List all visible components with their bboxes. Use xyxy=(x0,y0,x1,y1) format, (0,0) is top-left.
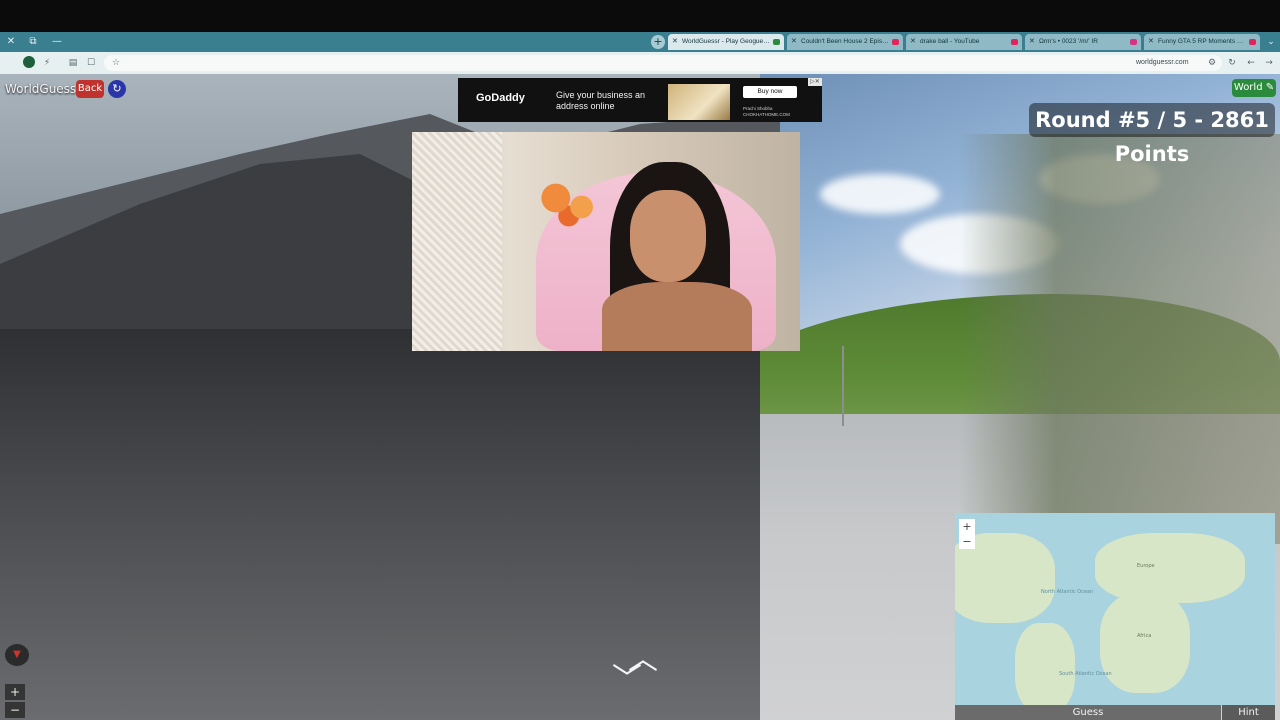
ad-buy-button[interactable]: Buy now xyxy=(743,86,797,98)
hint-button[interactable]: Hint xyxy=(1222,705,1275,720)
reload-icon[interactable]: ↻ xyxy=(1225,56,1239,70)
close-window-icon[interactable]: ✕ xyxy=(3,34,19,50)
webcam-overlay xyxy=(412,132,800,351)
back-nav-icon[interactable]: ← xyxy=(1244,56,1258,70)
restore-window-icon[interactable]: ⧉ xyxy=(25,34,41,50)
close-tab-icon[interactable]: ✕ xyxy=(672,34,678,50)
map-label: Africa xyxy=(1137,633,1152,639)
map-zoom-out-button[interactable]: − xyxy=(959,534,975,549)
refresh-icon[interactable]: ↻ xyxy=(108,80,126,98)
star-icon[interactable]: ☆ xyxy=(109,56,123,70)
forward-nav-icon[interactable]: → xyxy=(1262,56,1276,70)
streamer-body xyxy=(602,282,752,351)
africa-landmass xyxy=(1100,593,1190,693)
map-label: South Atlantic Ocean xyxy=(1059,671,1112,677)
eurasia-landmass xyxy=(1095,533,1245,603)
os-top-bar xyxy=(0,0,1280,32)
tab-couldnt-been-house[interactable]: ✕ Couldn't Been House 2 Episode xyxy=(787,34,903,50)
tab-label: WorldGuessr - Play Geoguessr Free xyxy=(682,38,770,45)
tab-funny-gta[interactable]: ✕ Funny GTA 5 RP Moments This xyxy=(1144,34,1260,50)
worldguessr-favicon-icon xyxy=(773,39,780,45)
close-tab-icon[interactable]: ✕ xyxy=(1029,34,1035,50)
move-backward-arrow-icon[interactable]: ﹀ xyxy=(612,665,642,695)
tab-label: drake ball - YouTube xyxy=(920,38,980,45)
extension-icon[interactable]: ⚡ xyxy=(40,56,54,70)
tab-label: Funny GTA 5 RP Moments This xyxy=(1158,38,1246,45)
ad-brand-logo: GoDaddy xyxy=(476,92,525,104)
streamer-face xyxy=(630,190,706,282)
street-zoom-in-button[interactable]: + xyxy=(5,684,25,700)
round-score-banner: Round #5 / 5 - 2861 Points xyxy=(1029,103,1275,166)
map-label: North Atlantic Ocean xyxy=(1041,589,1094,595)
minimize-window-icon[interactable]: — xyxy=(49,34,65,50)
back-button[interactable]: Back xyxy=(76,80,104,98)
cloud xyxy=(820,174,940,214)
tab-drake-ball[interactable]: ✕ drake ball - YouTube xyxy=(906,34,1022,50)
site-settings-icon[interactable]: ⚙ xyxy=(1205,56,1219,70)
south-america-landmass xyxy=(1015,623,1075,705)
youtube-favicon-icon xyxy=(892,39,899,45)
new-tab-icon[interactable]: + xyxy=(651,35,665,49)
tab-label: Couldn't Been House 2 Episode xyxy=(801,38,889,45)
map-zoom-in-button[interactable]: + xyxy=(959,519,975,534)
compass-icon[interactable]: ▼ xyxy=(5,644,29,666)
url-text[interactable]: worldguessr.com xyxy=(1136,55,1189,71)
close-tab-icon[interactable]: ✕ xyxy=(791,34,797,50)
instagram-favicon-icon xyxy=(1130,39,1137,45)
worldguessr-logo[interactable]: WorldGuessr xyxy=(5,80,81,98)
tab-worldguessr[interactable]: ✕ WorldGuessr - Play Geoguessr Free xyxy=(668,34,784,50)
tab-instagram[interactable]: ✕ Ωrm's • 0023 '/m/' IR xyxy=(1025,34,1141,50)
motion-blur-building xyxy=(960,134,1280,544)
url-field[interactable] xyxy=(104,55,1222,71)
youtube-favicon-icon xyxy=(1249,39,1256,45)
ad-close-icon[interactable]: ▷✕ xyxy=(808,78,822,86)
ad-headline: Give your business an address online xyxy=(556,90,646,111)
guess-button[interactable]: Guess xyxy=(955,705,1221,720)
street-zoom-out-button[interactable]: − xyxy=(5,702,25,718)
profile-icon[interactable] xyxy=(23,56,35,68)
close-tab-icon[interactable]: ✕ xyxy=(910,34,916,50)
guess-map[interactable]: + − North Atlantic Ocean South Atlantic … xyxy=(955,513,1275,705)
world-mode-button[interactable]: World ✎ xyxy=(1232,79,1276,97)
tab-search-chevron-icon[interactable]: ⌄ xyxy=(1264,35,1278,49)
map-label: Europe xyxy=(1137,563,1155,569)
flower-bouquet xyxy=(530,174,616,234)
ad-image xyxy=(668,84,730,120)
tab-group-icon[interactable]: ▤ xyxy=(66,56,80,70)
youtube-favicon-icon xyxy=(1011,39,1018,45)
close-tab-icon[interactable]: ✕ xyxy=(1148,34,1154,50)
bookmark-icon[interactable]: ☐ xyxy=(84,56,98,70)
ad-sponsor-text: Prachi Shobha CHOKHATHOME.COM xyxy=(743,106,790,117)
street-lamp-pole xyxy=(842,346,844,426)
lace-curtain xyxy=(412,132,502,351)
tab-label: Ωrm's • 0023 '/m/' IR xyxy=(1039,38,1098,45)
